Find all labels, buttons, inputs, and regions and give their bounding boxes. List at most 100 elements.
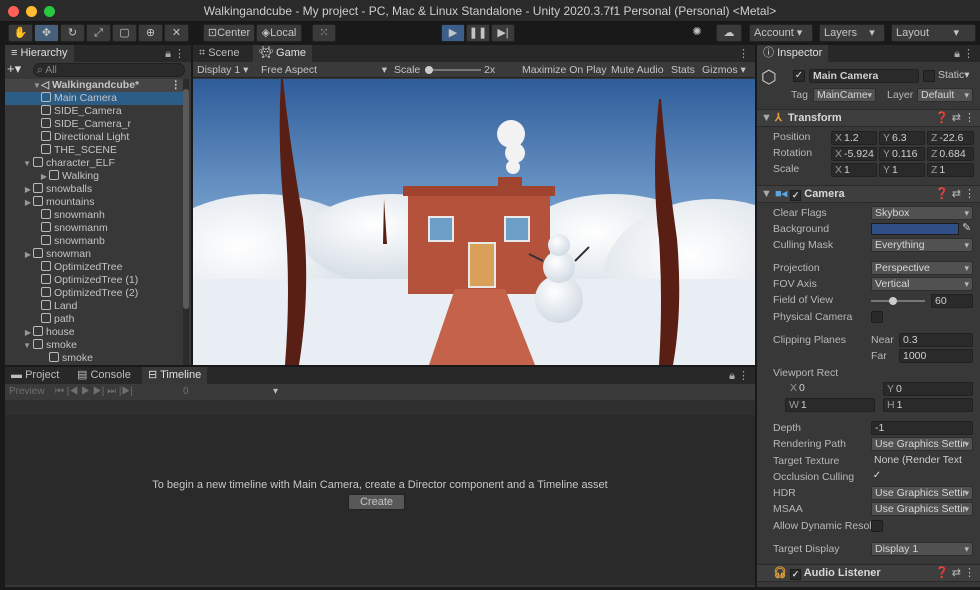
pivot-center-button[interactable]: ⊡Center [203,24,255,42]
hierarchy-scrollbar[interactable] [183,79,189,365]
grid-snap-button[interactable]: ⁙ [312,24,336,42]
frame-field[interactable]: 0 [183,384,189,400]
dynamic-resolution-checkbox[interactable] [871,520,883,532]
scale-y-field[interactable]: Y1 [879,163,925,177]
tab-inspector[interactable]: ⓘ Inspector [757,45,829,62]
play-button[interactable]: ▶ [441,24,465,42]
clear-flags-dropdown[interactable]: Skybox [871,206,973,220]
hierarchy-item[interactable]: ▶ house [5,326,187,339]
cloud-icon[interactable]: ☁ [716,24,742,42]
transform-menu-icons[interactable]: ❓ ⇄ ⋮ [935,110,975,126]
aspect-dropdown[interactable]: Free Aspect ▾ [261,62,387,78]
hierarchy-item[interactable]: ▶ snowman [5,248,187,261]
account-dropdown[interactable]: Account ▾ [749,24,813,42]
tag-dropdown[interactable]: MainCame [813,88,876,102]
collab-icon[interactable]: ✺ [686,24,708,42]
hierarchy-item[interactable]: snowmanm [5,222,187,235]
hierarchy-item[interactable]: SIDE_Camera [5,105,187,118]
eyedropper-icon[interactable]: ✎ [962,221,971,234]
hand-tool-button[interactable]: ✋ [8,24,33,42]
camera-header[interactable]: ▼ ■◂ ✓ Camera ❓ ⇄ ⋮ [757,185,980,203]
playback-controls[interactable]: ⏮ |◀ ▶ ▶| ⏭ |▶| [55,384,133,400]
inspector-lock-icon[interactable]: 🔒︎ ⋮ [954,47,974,61]
gizmos-dropdown[interactable]: Gizmos ▾ [702,62,746,78]
viewport-y-field[interactable]: Y0 [883,382,973,396]
target-display-dropdown[interactable]: Display 1 [871,542,973,556]
step-button[interactable]: ▶| [491,24,515,42]
physical-camera-checkbox[interactable] [871,311,883,323]
hierarchy-item[interactable]: ▼ smoke [5,339,187,352]
hierarchy-item[interactable]: smoke [5,352,187,365]
hierarchy-item[interactable]: OptimizedTree (2) [5,287,187,300]
target-texture-field[interactable]: None (Render Text [871,454,973,468]
hierarchy-item[interactable]: Directional Light [5,131,187,144]
transform-header[interactable]: ▼ ⅄ Transform ❓ ⇄ ⋮ [757,109,980,127]
timeline-lock-icon[interactable]: 🔒︎ ⋮ [729,369,749,383]
position-z-field[interactable]: Z -22.6 [927,131,974,145]
fov-field[interactable]: 60 [931,294,973,308]
hierarchy-item[interactable]: ▼ character_ELF [5,157,187,170]
layer-dropdown[interactable]: Default [917,88,973,102]
tab-project[interactable]: ▬ Project [5,367,65,384]
hierarchy-item[interactable]: snowmanh [5,209,187,222]
scene-row[interactable]: ▼◁ Walkingandcube* ⋮ [5,79,187,92]
static-dropdown[interactable]: Static▾ [938,69,970,81]
lock-icon[interactable]: 🔒︎ ⋮ [165,47,185,61]
mute-audio-toggle[interactable]: Mute Audio [611,62,664,78]
pause-button[interactable]: ❚❚ [466,24,490,42]
projection-dropdown[interactable]: Perspective [871,261,973,275]
hierarchy-item[interactable]: Land [5,300,187,313]
camera-menu-icons[interactable]: ❓ ⇄ ⋮ [935,186,975,202]
rotation-z-field[interactable]: Z 0.684 [927,147,974,161]
timeline-dropdown[interactable]: ▾ [273,384,278,400]
stats-toggle[interactable]: Stats [671,62,695,78]
near-field[interactable]: 0.3 [899,333,973,347]
fov-axis-dropdown[interactable]: Vertical [871,277,973,291]
rect-tool-button[interactable]: ▢ [112,24,137,42]
rendering-path-dropdown[interactable]: Use Graphics Settir [871,437,973,451]
position-y-field[interactable]: Y 6.3 [879,131,925,145]
occlusion-culling-checkbox[interactable]: ✓ [871,471,883,483]
custom-tool-button[interactable]: ✕ [164,24,189,42]
scale-slider[interactable] [425,66,481,74]
layers-dropdown[interactable]: Layers ▾ [819,24,885,42]
object-name-input[interactable]: Main Camera [809,69,919,83]
hierarchy-item[interactable]: OptimizedTree (1) [5,274,187,287]
scene-menu-icon[interactable]: ⋮ [171,79,182,92]
tab-scene[interactable]: ⌗ Scene [193,45,245,62]
rotation-x-field[interactable]: X -5.924 [831,147,877,161]
scale-x-field[interactable]: X1 [831,163,877,177]
camera-enabled-checkbox[interactable]: ✓ [790,190,802,201]
hierarchy-item[interactable]: OptimizedTree [5,261,187,274]
hierarchy-item[interactable]: Main Camera [5,92,187,105]
audio-listener-menu-icons[interactable]: ❓ ⇄ ⋮ [935,565,975,581]
hierarchy-item[interactable]: THE_SCENE [5,144,187,157]
maximize-on-play-toggle[interactable]: Maximize On Play [522,62,607,78]
layout-dropdown[interactable]: Layout ▾ [891,24,976,42]
depth-field[interactable]: -1 [871,421,973,435]
game-menu-icon[interactable]: ⋮ [738,47,749,60]
viewport-w-field[interactable]: W1 [785,398,875,412]
hierarchy-search-input[interactable]: ⌕ All [33,63,185,77]
hierarchy-item[interactable]: path [5,313,187,326]
fov-slider[interactable] [871,297,925,305]
tab-timeline[interactable]: ⊟ Timeline [142,367,208,384]
position-x-field[interactable]: X 1.2 [831,131,877,145]
move-tool-button[interactable]: ✥ [34,24,59,42]
display-dropdown[interactable]: Display 1 ▾ [197,62,248,78]
hierarchy-item[interactable]: SIDE_Camera_r [5,118,187,131]
hierarchy-item[interactable]: snowmanb [5,235,187,248]
viewport-x-field[interactable]: X0 [787,382,875,396]
pivot-local-button[interactable]: ◈Local [256,24,302,42]
game-viewport[interactable] [193,79,755,365]
tab-console[interactable]: ▤ Console [71,367,137,384]
active-checkbox[interactable]: ✓ [793,70,805,82]
background-color-swatch[interactable] [871,223,959,235]
audio-listener-checkbox[interactable]: ✓ [790,569,802,580]
hierarchy-item[interactable]: ▶ Walking [5,170,187,183]
transform-tool-button[interactable]: ⊕ [138,24,163,42]
tab-hierarchy[interactable]: ≡ Hierarchy [5,45,74,62]
static-checkbox[interactable] [923,70,935,82]
preview-toggle[interactable]: Preview [9,384,45,400]
audio-listener-header[interactable]: 🎧︎ ✓ Audio Listener ❓ ⇄ ⋮ [757,564,980,582]
